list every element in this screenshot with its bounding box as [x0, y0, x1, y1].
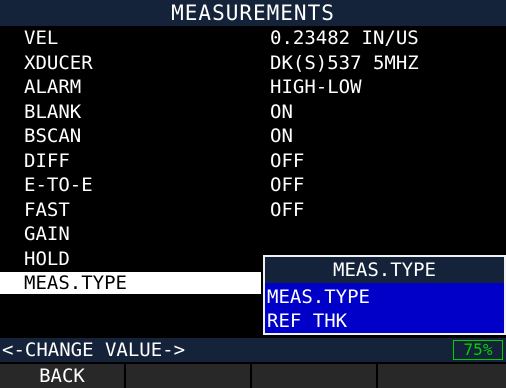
setting-label: XDUCER: [24, 51, 93, 74]
setting-value: HIGH-LOW: [270, 76, 362, 98]
setting-row-vel[interactable]: VEL 0.23482 IN/US: [0, 26, 506, 51]
setting-label: VEL: [24, 27, 59, 49]
setting-label: FAST: [24, 198, 70, 221]
setting-row-alarm[interactable]: ALARM HIGH-LOW: [0, 75, 506, 100]
setting-value: DK(S)537 5MHZ: [270, 51, 419, 74]
setting-value: ON: [270, 100, 293, 123]
meas-type-dropdown[interactable]: MEAS.TYPE MEAS.TYPE REF THK: [263, 255, 506, 335]
status-bar: <-CHANGE VALUE-> 75%: [0, 338, 506, 362]
setting-label: BLANK: [24, 100, 82, 123]
setting-label: E-TO-E: [24, 174, 93, 196]
softkey-2[interactable]: [126, 364, 250, 388]
setting-row-e-to-e[interactable]: E-TO-E OFF: [0, 173, 506, 198]
dropdown-option-meas-type[interactable]: MEAS.TYPE: [267, 285, 370, 309]
setting-label: GAIN: [24, 223, 70, 245]
change-value-hint: <-CHANGE VALUE->: [2, 339, 186, 361]
screen-title: MEASUREMENTS: [0, 0, 506, 26]
setting-value: OFF: [270, 198, 305, 221]
setting-label: MEAS.TYPE: [24, 272, 127, 294]
setting-value: 0.23482 IN/US: [270, 27, 419, 49]
setting-value: OFF: [270, 149, 305, 172]
softkey-back[interactable]: BACK: [0, 364, 124, 388]
setting-row-gain[interactable]: GAIN: [0, 222, 506, 247]
dropdown-option-ref-thk[interactable]: REF THK: [267, 309, 347, 333]
setting-row-fast[interactable]: FAST OFF: [0, 198, 506, 223]
softkey-4[interactable]: [378, 364, 506, 388]
setting-row-blank[interactable]: BLANK ON: [0, 100, 506, 125]
setting-row-bscan[interactable]: BSCAN ON: [0, 124, 506, 149]
setting-label: DIFF: [24, 149, 70, 172]
dropdown-header: MEAS.TYPE: [265, 257, 504, 283]
setting-value: OFF: [270, 174, 305, 196]
setting-label: BSCAN: [24, 125, 82, 147]
setting-row-diff[interactable]: DIFF OFF: [0, 149, 506, 174]
setting-label: ALARM: [24, 76, 82, 98]
softkey-3[interactable]: [252, 364, 376, 388]
battery-indicator: 75%: [453, 340, 503, 360]
setting-value: ON: [270, 125, 293, 147]
setting-row-xducer[interactable]: XDUCER DK(S)537 5MHZ: [0, 51, 506, 76]
setting-label: HOLD: [24, 247, 70, 270]
softkey-bar: BACK: [0, 364, 506, 388]
